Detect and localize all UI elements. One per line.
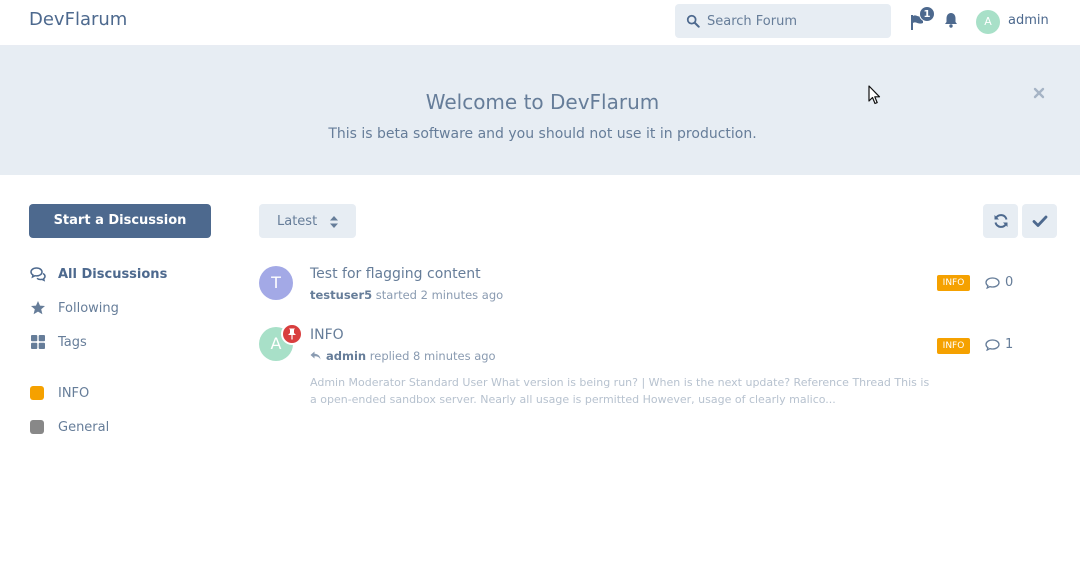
reply-count-value: 0 [1005, 275, 1014, 290]
sidebar-item-tags[interactable]: Tags [30, 332, 220, 352]
sidebar-tag-info[interactable]: INFO [30, 383, 220, 403]
sidebar-item-following[interactable]: Following [30, 298, 220, 318]
sidebar-item-label: Following [58, 301, 119, 316]
comment-icon [985, 277, 1000, 289]
avatar: A [976, 10, 1000, 34]
sidebar-tag-general[interactable]: General [30, 417, 220, 437]
hero-title: Welcome to DevFlarum [425, 90, 660, 114]
forum-brand[interactable]: DevFlarum [29, 9, 127, 30]
discussion-list-item[interactable]: T Test for flagging content testuser5 st… [259, 266, 1059, 306]
sort-caret-icon [330, 216, 338, 228]
check-icon [1032, 215, 1048, 227]
thumbtack-icon [288, 328, 296, 340]
discussion-title[interactable]: INFO [310, 327, 344, 343]
sidebar-item-label: Tags [58, 335, 87, 350]
welcome-hero: Welcome to DevFlarum This is beta softwa… [0, 46, 1080, 175]
tag-badge[interactable]: INFO [937, 275, 970, 291]
top-header: DevFlarum 1 A admin [0, 0, 1080, 46]
close-icon[interactable] [1030, 84, 1048, 102]
discussion-action: started 2 minutes ago [372, 288, 504, 302]
discussion-author[interactable]: admin [326, 349, 366, 363]
discussion-action: replied 8 minutes ago [366, 349, 496, 363]
discussion-list-item[interactable]: A INFO admin replied 8 minutes ago Admin… [259, 323, 1059, 411]
tag-color-icon [30, 420, 44, 434]
discussion-excerpt: Admin Moderator Standard User What versi… [310, 376, 930, 406]
comment-icon [985, 339, 1000, 351]
refresh-button[interactable] [983, 204, 1018, 238]
search-icon [686, 14, 700, 28]
start-discussion-button[interactable]: Start a Discussion [29, 204, 211, 238]
search-box[interactable] [675, 4, 891, 38]
flag-count-badge: 1 [919, 6, 935, 22]
discussion-meta: testuser5 started 2 minutes ago [310, 288, 503, 302]
star-icon [31, 301, 45, 315]
tag-color-icon [30, 386, 44, 400]
refresh-icon [994, 214, 1008, 228]
notifications-button[interactable] [943, 12, 963, 32]
mouse-cursor-icon [868, 85, 881, 105]
sidebar-item-label: General [58, 420, 110, 435]
username-label: admin [1008, 13, 1049, 28]
user-menu-button[interactable]: A admin [976, 9, 1056, 35]
reply-icon [310, 351, 321, 360]
reply-count-value: 1 [1005, 337, 1014, 352]
tag-badge[interactable]: INFO [937, 338, 970, 354]
sort-dropdown[interactable]: Latest [259, 204, 356, 238]
avatar[interactable]: T [259, 266, 293, 300]
sort-label: Latest [277, 214, 318, 229]
th-large-icon [31, 335, 45, 349]
flags-button[interactable]: 1 [904, 6, 935, 36]
hero-subtitle: This is beta software and you should not… [328, 126, 757, 142]
pinned-badge [281, 323, 303, 345]
bell-icon [945, 13, 957, 28]
comments-icon [30, 267, 46, 282]
discussion-meta: admin replied 8 minutes ago [310, 349, 496, 363]
sidebar-item-all-discussions[interactable]: All Discussions [30, 264, 220, 284]
sidebar-item-label: INFO [58, 386, 90, 401]
mark-all-read-button[interactable] [1022, 204, 1057, 238]
discussion-author[interactable]: testuser5 [310, 288, 372, 302]
sidebar-item-label: All Discussions [58, 267, 168, 282]
discussion-title[interactable]: Test for flagging content [310, 266, 481, 282]
search-input[interactable] [707, 4, 885, 38]
